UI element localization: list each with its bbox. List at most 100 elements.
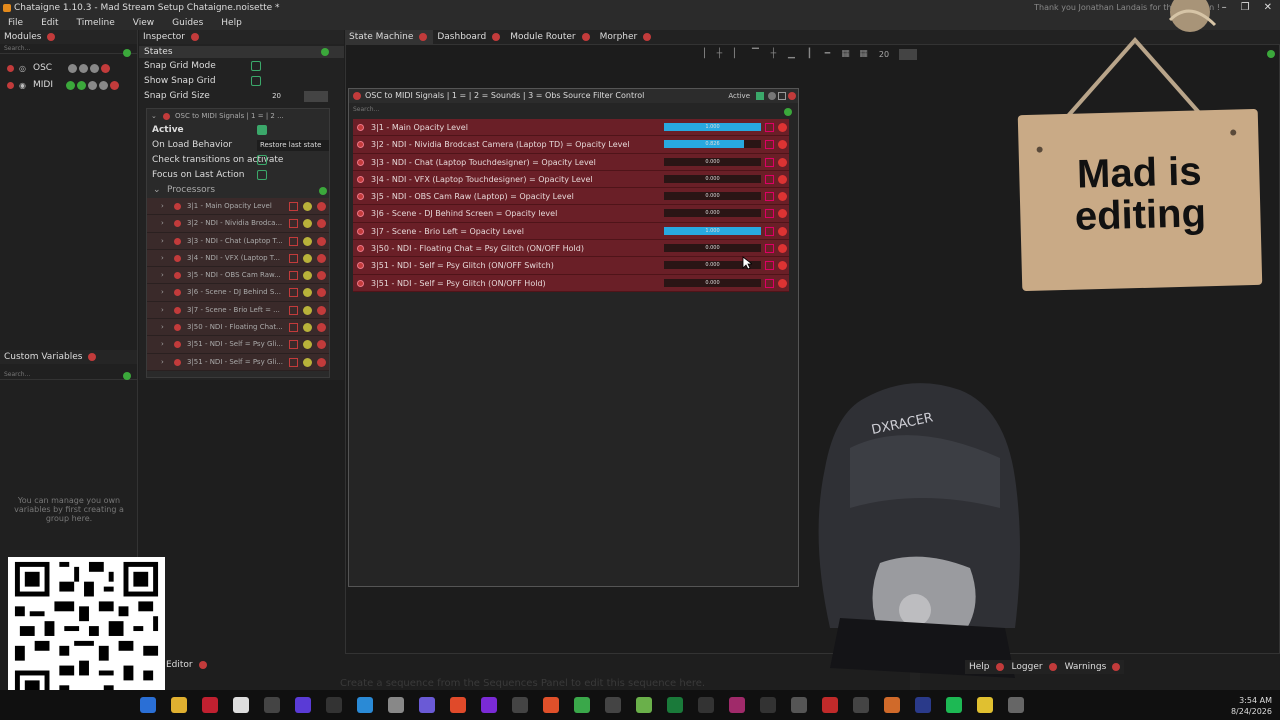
remove-icon[interactable] bbox=[317, 323, 326, 333]
remove-icon[interactable] bbox=[778, 261, 787, 271]
add-state-icon[interactable] bbox=[1267, 50, 1275, 58]
remove-icon[interactable] bbox=[110, 81, 119, 90]
toggle-icon[interactable] bbox=[289, 357, 298, 367]
state-node-header[interactable]: OSC to MIDI Signals | 1 = | 2 = Sounds |… bbox=[349, 89, 798, 103]
grid-size-stepper[interactable] bbox=[899, 49, 917, 60]
app-icon[interactable] bbox=[295, 697, 311, 713]
grid-snap-icon[interactable]: ▦ bbox=[858, 49, 869, 60]
remove-icon[interactable] bbox=[101, 64, 110, 73]
processor-row[interactable]: › 3|6 - Scene - DJ Behind S... bbox=[147, 284, 329, 302]
tab-morpher[interactable]: Morpher bbox=[596, 30, 658, 44]
power-icon[interactable] bbox=[357, 227, 364, 235]
chevron-right-icon[interactable]: › bbox=[161, 215, 164, 232]
app-icon[interactable] bbox=[574, 697, 590, 713]
add-module-icon[interactable] bbox=[123, 49, 131, 57]
signal-row[interactable]: 3|50 - NDI - Floating Chat = Psy Glitch … bbox=[353, 240, 789, 258]
power-icon[interactable] bbox=[174, 203, 181, 210]
add-action-icon[interactable] bbox=[784, 108, 792, 116]
processor-row[interactable]: › 3|7 - Scene - Brio Left = ... bbox=[147, 301, 329, 320]
add-state-icon[interactable] bbox=[321, 48, 329, 56]
toggle-icon[interactable] bbox=[289, 253, 298, 263]
app-icon[interactable] bbox=[1008, 697, 1024, 713]
remove-icon[interactable] bbox=[778, 192, 787, 202]
power-icon[interactable] bbox=[174, 220, 181, 228]
menu-help[interactable]: Help bbox=[221, 16, 242, 30]
close-tab-icon[interactable] bbox=[581, 33, 590, 41]
chevron-down-icon[interactable]: ⌄ bbox=[151, 109, 157, 123]
app-icon[interactable] bbox=[202, 697, 218, 713]
processor-row[interactable]: › 3|5 - NDI - OBS Cam Raw... bbox=[147, 267, 329, 285]
remove-icon[interactable] bbox=[317, 305, 326, 315]
app-icon[interactable] bbox=[233, 697, 249, 713]
snap-grid-size-stepper[interactable] bbox=[304, 91, 328, 102]
toggle-icon[interactable] bbox=[289, 219, 298, 229]
power-icon[interactable] bbox=[174, 358, 181, 366]
toggle-icon[interactable] bbox=[765, 278, 774, 288]
toggle-icon[interactable] bbox=[289, 202, 298, 211]
close-tab-icon[interactable] bbox=[995, 662, 1004, 671]
power-icon[interactable] bbox=[174, 289, 181, 297]
align-bottom-icon[interactable]: ▁ bbox=[786, 49, 797, 60]
toggle-icon[interactable] bbox=[765, 157, 774, 167]
app-icon[interactable] bbox=[140, 697, 156, 713]
app-icon[interactable] bbox=[667, 697, 683, 713]
processor-row[interactable]: › 3|51 - NDI - Self = Psy Gli... bbox=[147, 336, 329, 354]
level-slider[interactable]: 1.000 bbox=[664, 226, 761, 235]
app-icon[interactable] bbox=[419, 697, 435, 713]
align-right-icon[interactable]: ▏ bbox=[732, 49, 743, 60]
trigger-icon[interactable] bbox=[303, 288, 312, 298]
signal-row[interactable]: 3|2 - NDI - Nividia Brodcast Camera (Lap… bbox=[353, 136, 789, 154]
remove-icon[interactable] bbox=[778, 140, 787, 150]
remove-icon[interactable] bbox=[317, 357, 326, 367]
active-checkbox[interactable] bbox=[257, 125, 267, 135]
power-icon[interactable] bbox=[174, 254, 181, 262]
signal-row[interactable]: 3|3 - NDI - Chat (Laptop Touchdesigner) … bbox=[353, 153, 789, 171]
tab-warnings[interactable]: Warnings bbox=[1065, 660, 1121, 674]
power-icon[interactable] bbox=[163, 113, 170, 120]
power-icon[interactable] bbox=[357, 210, 364, 218]
signal-row[interactable]: 3|7 - Scene - Brio Left = Opacity Level 1… bbox=[353, 222, 789, 241]
app-icon[interactable] bbox=[605, 697, 621, 713]
remove-icon[interactable] bbox=[778, 157, 787, 167]
tab-state-machine[interactable]: State Machine bbox=[345, 30, 434, 44]
remove-icon[interactable] bbox=[778, 226, 787, 236]
minimize-node-icon[interactable] bbox=[778, 92, 786, 100]
close-tab-icon[interactable] bbox=[419, 33, 428, 41]
trigger-icon[interactable] bbox=[303, 357, 312, 367]
menu-timeline[interactable]: Timeline bbox=[77, 16, 115, 30]
chevron-down-icon[interactable]: ⌄ bbox=[153, 183, 161, 198]
signal-row[interactable]: 3|1 - Main Opacity Level 1.000 bbox=[353, 119, 789, 137]
remove-icon[interactable] bbox=[317, 202, 326, 211]
align-center-h-icon[interactable]: ┼ bbox=[714, 49, 725, 60]
remove-node-icon[interactable] bbox=[788, 92, 796, 100]
menu-edit[interactable]: Edit bbox=[41, 16, 58, 30]
remove-icon[interactable] bbox=[317, 219, 326, 229]
chevron-right-icon[interactable]: › bbox=[161, 198, 164, 215]
close-tab-icon[interactable] bbox=[492, 33, 501, 41]
trigger-icon[interactable] bbox=[303, 305, 312, 315]
toggle-icon[interactable] bbox=[289, 323, 298, 333]
custom-variables-search-input[interactable]: Search... bbox=[0, 370, 137, 380]
app-icon[interactable] bbox=[791, 697, 807, 713]
menu-view[interactable]: View bbox=[133, 16, 154, 30]
browser-icon[interactable] bbox=[450, 697, 466, 713]
trigger-icon[interactable] bbox=[303, 340, 312, 350]
power-icon[interactable] bbox=[174, 306, 181, 314]
spotify-icon[interactable] bbox=[946, 697, 962, 713]
power-icon[interactable] bbox=[357, 158, 364, 166]
close-panel-icon[interactable] bbox=[88, 352, 97, 361]
level-slider[interactable]: 0.000 bbox=[664, 192, 761, 201]
align-left-icon[interactable]: ▕ bbox=[696, 49, 707, 60]
state-node[interactable]: OSC to MIDI Signals | 1 = | 2 = Sounds |… bbox=[348, 88, 799, 587]
level-slider[interactable]: 0.000 bbox=[664, 209, 761, 218]
power-icon[interactable] bbox=[357, 245, 364, 253]
power-icon[interactable] bbox=[357, 124, 364, 131]
toggle-icon[interactable] bbox=[765, 244, 774, 254]
app-icon[interactable] bbox=[264, 697, 280, 713]
toggle-icon[interactable] bbox=[765, 123, 774, 132]
toggle-icon[interactable] bbox=[765, 226, 774, 236]
app-icon[interactable] bbox=[822, 697, 838, 713]
remove-icon[interactable] bbox=[778, 244, 787, 254]
power-icon[interactable] bbox=[353, 92, 361, 100]
power-icon[interactable] bbox=[7, 65, 14, 72]
